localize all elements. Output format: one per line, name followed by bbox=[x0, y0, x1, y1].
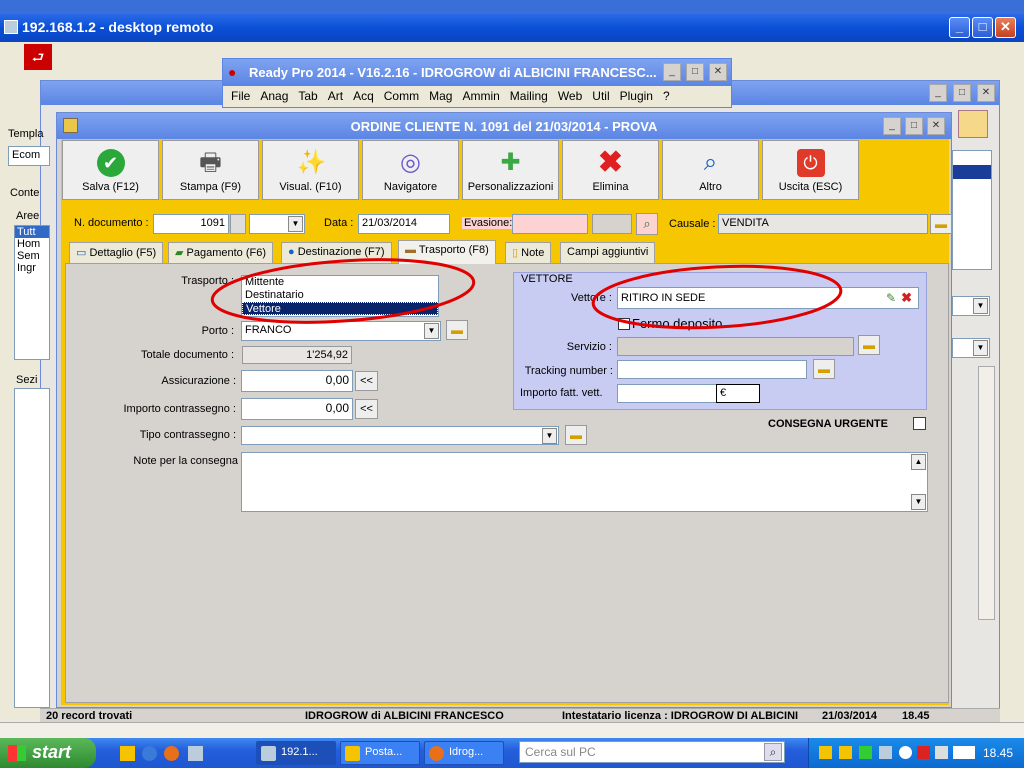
quicklaunch-outlook-icon[interactable] bbox=[120, 746, 135, 761]
tray-security-icon[interactable] bbox=[917, 746, 930, 759]
taskbar-item-rdp[interactable]: 192.1... bbox=[256, 741, 336, 765]
rdp-icon bbox=[261, 746, 276, 761]
windows-flag-icon bbox=[8, 745, 26, 761]
search-box[interactable]: Cerca sul PC ⌕ bbox=[519, 741, 785, 763]
quicklaunch-firefox-icon[interactable] bbox=[164, 746, 179, 761]
quicklaunch-rdp-icon[interactable] bbox=[188, 746, 203, 761]
status-bar: 20 record trovati IDROGROW di ALBICINI F… bbox=[40, 708, 1000, 722]
search-icon[interactable]: ⌕ bbox=[764, 743, 782, 761]
quicklaunch-ie-icon[interactable] bbox=[142, 746, 157, 761]
record-count: 20 record trovati bbox=[46, 710, 133, 722]
taskbar-item-firefox[interactable]: Idrog... bbox=[424, 741, 504, 765]
start-label: start bbox=[32, 742, 72, 762]
annotation-circle-vettore bbox=[591, 264, 843, 330]
annotation-circle-trasporto bbox=[210, 258, 476, 324]
red-annotation-circles bbox=[210, 258, 843, 330]
tray-ses-icon[interactable] bbox=[953, 746, 975, 759]
tray-shield-icon[interactable] bbox=[819, 746, 832, 759]
firefox-icon bbox=[429, 746, 444, 761]
status-date: 21/03/2014 bbox=[822, 710, 878, 722]
taskbar-item-label: Posta... bbox=[365, 746, 403, 758]
tray-volume-icon[interactable] bbox=[935, 746, 948, 759]
tray-network-icon[interactable] bbox=[879, 746, 892, 759]
search-placeholder: Cerca sul PC bbox=[525, 745, 596, 759]
license-holder: Intestatario licenza : IDROGROW DI ALBIC… bbox=[562, 710, 799, 722]
tray-search-icon[interactable] bbox=[899, 746, 912, 759]
tray-check-icon[interactable] bbox=[859, 746, 872, 759]
start-button[interactable]: start bbox=[0, 738, 96, 768]
taskbar-item-mail[interactable]: Posta... bbox=[340, 741, 420, 765]
taskbar-item-label: 192.1... bbox=[281, 746, 318, 758]
taskbar-item-label: Idrog... bbox=[449, 746, 484, 758]
horizontal-scrollbar[interactable] bbox=[0, 722, 1024, 738]
system-tray: 18.45 bbox=[808, 738, 1024, 768]
status-time: 18.45 bbox=[902, 710, 930, 722]
clock: 18.45 bbox=[983, 746, 1014, 760]
tray-outlook-icon[interactable] bbox=[839, 746, 852, 759]
mail-icon bbox=[345, 746, 360, 761]
company-name: IDROGROW di ALBICINI FRANCESCO bbox=[305, 710, 504, 722]
